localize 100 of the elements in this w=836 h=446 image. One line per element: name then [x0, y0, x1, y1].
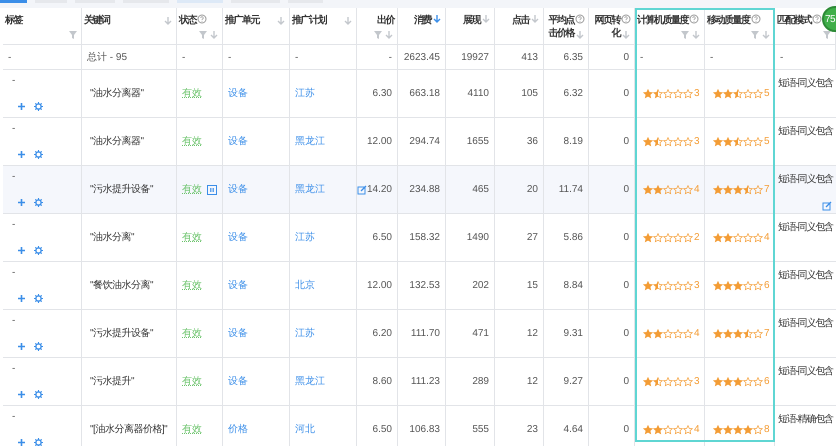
- status-link[interactable]: 有效: [182, 278, 202, 293]
- plan-link[interactable]: 黑龙江: [295, 182, 325, 197]
- status-link[interactable]: 有效: [182, 230, 202, 245]
- sort-icon[interactable]: [276, 16, 286, 26]
- unit-link[interactable]: 设备: [228, 326, 248, 341]
- star-icon: [663, 328, 673, 338]
- column-header[interactable]: 标签: [5, 14, 22, 27]
- plan-link[interactable]: 江苏: [295, 326, 315, 341]
- status-link[interactable]: 有效: [182, 422, 202, 437]
- star-icon: [673, 232, 683, 242]
- column-header[interactable]: 点击: [512, 14, 529, 27]
- star-icon: [673, 88, 683, 98]
- unit-link[interactable]: 设备: [228, 374, 248, 389]
- sort-icon[interactable]: [530, 14, 540, 24]
- settings-icon[interactable]: [34, 390, 43, 399]
- star-icon: [643, 328, 653, 338]
- status-link[interactable]: 有效: [182, 182, 202, 197]
- table-cell-text: 6.50: [372, 231, 392, 245]
- add-icon[interactable]: [17, 438, 26, 446]
- unit-link[interactable]: 设备: [228, 182, 248, 197]
- total-label: 总计 - 95: [87, 50, 128, 64]
- column-header[interactable]: 推广单元: [225, 14, 259, 27]
- plan-link[interactable]: 黑龙江: [295, 134, 325, 149]
- table-cell-text: 555: [472, 423, 489, 437]
- table-cell-text: 106.83: [409, 423, 440, 437]
- column-header[interactable]: 匹配模式: [777, 14, 811, 27]
- sort-icon[interactable]: [163, 16, 173, 26]
- keyword-text: "油水分离器": [89, 86, 144, 101]
- table-cell-text: 短语-同义包含: [778, 220, 833, 235]
- star-icon: [753, 328, 763, 338]
- sort-icon[interactable]: [481, 14, 491, 24]
- plan-link[interactable]: 江苏: [295, 86, 315, 101]
- help-icon[interactable]: [750, 14, 760, 24]
- column-header[interactable]: 网页转化: [591, 14, 620, 40]
- pause-icon[interactable]: [207, 184, 217, 194]
- column-header[interactable]: 展现: [463, 14, 480, 27]
- plan-link[interactable]: 黑龙江: [295, 374, 325, 389]
- table-cell-text: -: [12, 364, 16, 374]
- unit-link[interactable]: 设备: [228, 134, 248, 149]
- star-icon: [663, 232, 673, 242]
- help-icon[interactable]: [621, 14, 631, 24]
- sort-icon[interactable]: [621, 30, 631, 40]
- settings-icon[interactable]: [34, 150, 43, 159]
- add-icon[interactable]: [17, 342, 26, 351]
- settings-icon[interactable]: [34, 342, 43, 351]
- filter-icon[interactable]: [822, 30, 832, 40]
- table-cell-text: 14.20: [366, 183, 392, 197]
- table-cell-text: 12: [526, 327, 538, 341]
- sort-icon[interactable]: [761, 30, 771, 40]
- table-cell-text: 202: [472, 279, 489, 293]
- column-header[interactable]: 移动质量度: [707, 14, 750, 27]
- column-header[interactable]: 出价: [377, 14, 394, 27]
- column-header[interactable]: 推广计划: [292, 14, 326, 27]
- status-link[interactable]: 有效: [182, 134, 202, 149]
- plan-link[interactable]: 北京: [295, 278, 315, 293]
- settings-icon[interactable]: [34, 438, 43, 446]
- help-icon[interactable]: [689, 14, 699, 24]
- sort-icon[interactable]: [343, 16, 353, 26]
- add-icon[interactable]: [17, 102, 26, 111]
- unit-link[interactable]: 价格: [228, 422, 248, 437]
- column-header[interactable]: 平均点击价格: [546, 14, 574, 40]
- star-icon: [753, 376, 763, 386]
- settings-icon[interactable]: [34, 198, 43, 207]
- add-icon[interactable]: [17, 150, 26, 159]
- column-header[interactable]: 计算机质量度: [637, 14, 688, 27]
- star-icon: [723, 136, 733, 146]
- table-cell-text: 0: [623, 183, 629, 197]
- settings-icon[interactable]: [34, 294, 43, 303]
- star-icon: [653, 88, 663, 98]
- keyword-text: "污水提升设备": [89, 182, 154, 197]
- help-icon[interactable]: [575, 14, 585, 24]
- status-link[interactable]: 有效: [182, 326, 202, 341]
- add-icon[interactable]: [17, 246, 26, 255]
- settings-icon[interactable]: [34, 102, 43, 111]
- status-link[interactable]: 有效: [182, 86, 202, 101]
- table-cell-text: 12: [526, 375, 538, 389]
- column-header[interactable]: 关键词: [84, 14, 110, 27]
- settings-icon[interactable]: [34, 246, 43, 255]
- add-icon[interactable]: [17, 390, 26, 399]
- unit-link[interactable]: 设备: [228, 86, 248, 101]
- table-cell-text: 0: [623, 327, 629, 341]
- plan-link[interactable]: 江苏: [295, 230, 315, 245]
- plan-link[interactable]: 河北: [295, 422, 315, 437]
- sort-icon[interactable]: [432, 14, 442, 24]
- star-icon: [673, 424, 683, 434]
- column-header[interactable]: 状态: [179, 14, 196, 27]
- sort-icon[interactable]: [691, 30, 701, 40]
- unit-link[interactable]: 设备: [228, 278, 248, 293]
- status-link[interactable]: 有效: [182, 374, 202, 389]
- sort-icon[interactable]: [575, 30, 585, 40]
- edit-icon[interactable]: [356, 184, 367, 194]
- sort-icon[interactable]: [384, 30, 394, 40]
- column-header[interactable]: 消费: [414, 14, 431, 27]
- sort-icon[interactable]: [209, 30, 219, 40]
- unit-link[interactable]: 设备: [228, 230, 248, 245]
- add-icon[interactable]: [17, 294, 26, 303]
- edit-icon[interactable]: [822, 201, 832, 211]
- add-icon[interactable]: [17, 198, 26, 207]
- help-icon[interactable]: [812, 14, 822, 24]
- help-icon[interactable]: [197, 14, 207, 24]
